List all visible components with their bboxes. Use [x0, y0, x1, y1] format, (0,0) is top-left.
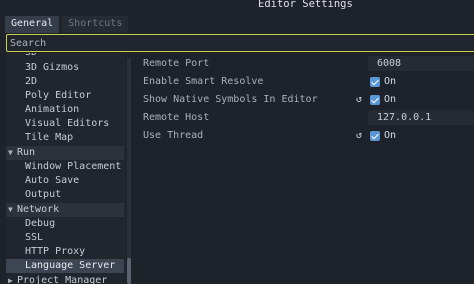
- tree-item-label: Debug: [25, 218, 56, 229]
- toggle-value[interactable]: On: [384, 91, 396, 108]
- tab-general[interactable]: General: [5, 16, 60, 33]
- tree-section-run[interactable]: ▼ Run: [6, 146, 124, 160]
- checkbox-checked-icon[interactable]: [370, 131, 380, 141]
- property-row-remote-host: Remote Host 127.0.0.1: [138, 109, 474, 126]
- tree-item-window-placement[interactable]: Window Placement: [6, 160, 124, 174]
- property-label: Show Native Symbols In Editor: [143, 94, 318, 105]
- tree-item-output[interactable]: Output: [6, 188, 124, 202]
- property-row-show-native-symbols: Show Native Symbols In Editor ↺ On: [138, 91, 474, 108]
- tree-item-3d[interactable]: 3D: [6, 53, 124, 60]
- property-label: Enable Smart Resolve: [143, 76, 264, 87]
- checkbox-checked-icon[interactable]: [370, 77, 380, 87]
- revert-icon[interactable]: ↺: [356, 91, 366, 108]
- tree-item-tile-map[interactable]: Tile Map: [6, 131, 124, 145]
- tree-item-poly-editor[interactable]: Poly Editor: [6, 89, 124, 103]
- tree-item-ssl[interactable]: SSL: [6, 231, 124, 245]
- checkbox-checked-icon[interactable]: [370, 95, 380, 105]
- tab-shortcuts[interactable]: Shortcuts: [62, 16, 129, 33]
- search-box[interactable]: [6, 34, 474, 52]
- tree-item-language-server[interactable]: Language Server: [6, 259, 124, 273]
- tree-item-label: Output: [25, 189, 62, 200]
- tree-item-label: 3D Gizmos: [25, 62, 80, 73]
- toggle-value[interactable]: On: [384, 127, 396, 144]
- settings-tree: 3D 3D Gizmos 2D Poly Editor Animation Vi…: [6, 53, 126, 284]
- tree-item-label: 2D: [25, 76, 38, 87]
- tree-section-label: Project Manager: [17, 275, 108, 284]
- tree-section-label: Run: [17, 147, 36, 158]
- tree-section-project-manager[interactable]: ▶ Project Manager: [6, 274, 124, 284]
- property-row-enable-smart-resolve: Enable Smart Resolve On: [138, 73, 474, 90]
- property-label: Remote Port: [143, 58, 210, 69]
- property-label: Remote Host: [143, 112, 210, 123]
- tree-item-2d[interactable]: 2D: [6, 75, 124, 89]
- tree-item-label: 3D: [25, 53, 37, 58]
- property-label: Use Thread: [143, 130, 204, 141]
- tree-item-3d-gizmos[interactable]: 3D Gizmos: [6, 61, 124, 75]
- scrollbar-thumb[interactable]: [127, 258, 131, 284]
- tree-item-label: Animation: [25, 104, 80, 115]
- chevron-down-icon[interactable]: ▼: [8, 146, 17, 160]
- tree-item-label: Language Server: [25, 260, 116, 271]
- tree-section-network[interactable]: ▼ Network: [6, 203, 124, 217]
- tree-item-label: Poly Editor: [25, 90, 92, 101]
- tree-item-auto-save[interactable]: Auto Save: [6, 174, 124, 188]
- tree-item-http-proxy[interactable]: HTTP Proxy: [6, 245, 124, 259]
- revert-icon[interactable]: ↺: [356, 127, 366, 144]
- tree-item-animation[interactable]: Animation: [6, 103, 124, 117]
- property-row-use-thread: Use Thread ↺ On: [138, 127, 474, 144]
- property-row-remote-port: Remote Port 6008: [138, 55, 474, 72]
- tree-item-label: Auto Save: [25, 175, 80, 186]
- chevron-right-icon[interactable]: ▶: [8, 274, 17, 284]
- tree-section-label: Network: [17, 204, 60, 215]
- tree-item-debug[interactable]: Debug: [6, 217, 124, 231]
- remote-host-field[interactable]: 127.0.0.1: [368, 110, 474, 125]
- tree-item-label: HTTP Proxy: [25, 246, 86, 257]
- title-bar: Editor Settings: [0, 0, 474, 14]
- tree-item-label: SSL: [25, 232, 44, 243]
- tree-item-visual-editors[interactable]: Visual Editors: [6, 117, 124, 131]
- tree-scrollbar[interactable]: [127, 58, 131, 284]
- toggle-value[interactable]: On: [384, 73, 396, 90]
- tree-item-label: Window Placement: [25, 161, 122, 172]
- remote-port-field[interactable]: 6008: [368, 56, 474, 71]
- tree-item-label: Visual Editors: [25, 118, 110, 129]
- chevron-down-icon[interactable]: ▼: [8, 203, 17, 217]
- tab-bar: General Shortcuts: [5, 16, 129, 33]
- tree-item-label: Tile Map: [25, 132, 74, 143]
- search-input[interactable]: [7, 35, 474, 51]
- window-title: Editor Settings: [258, 0, 353, 10]
